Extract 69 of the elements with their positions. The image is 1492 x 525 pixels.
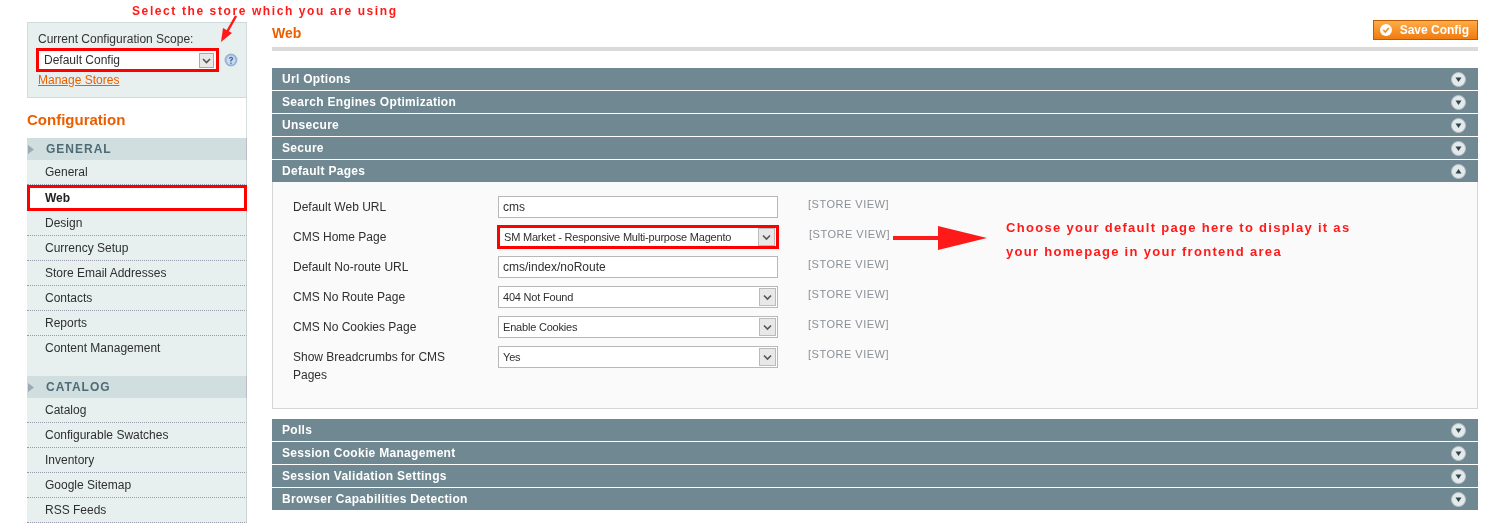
sidebar-item[interactable]: Inventory xyxy=(27,448,247,473)
section-header[interactable]: Session Cookie Management xyxy=(272,442,1478,464)
scope-tag: [STORE VIEW] xyxy=(808,258,889,270)
collapse-toggle-icon xyxy=(1451,94,1466,110)
dropdown-caret-icon xyxy=(759,288,776,306)
sidebar-item[interactable]: Currency Setup xyxy=(27,236,247,261)
dropdown-caret-icon xyxy=(759,348,776,366)
sidebar-item[interactable]: Configurable Swatches xyxy=(27,423,247,448)
sidebar-item[interactable]: Content Management xyxy=(27,336,247,376)
field-label: Default Web URL xyxy=(293,199,388,216)
check-icon xyxy=(1379,24,1392,36)
select-field[interactable]: SM Market - Responsive Multi-purpose Magento xyxy=(497,225,779,249)
sidebar-group-label: CATALOG xyxy=(46,380,111,394)
collapse-toggle-icon xyxy=(1451,117,1466,133)
select-field[interactable]: Yes xyxy=(498,346,778,368)
field-label: CMS No Cookies Page xyxy=(293,319,418,336)
text-field[interactable]: cms xyxy=(498,196,778,218)
section-header[interactable]: Session Validation Settings xyxy=(272,465,1478,487)
section-header[interactable]: Unsecure xyxy=(272,114,1478,136)
section-header[interactable]: Url Options xyxy=(272,68,1478,90)
field-label: Show Breadcrumbs for CMS Pages xyxy=(293,349,447,384)
collapse-toggle-icon xyxy=(1451,468,1466,484)
section-header[interactable]: Search Engines Optimization xyxy=(272,91,1478,113)
dropdown-caret-icon xyxy=(759,318,776,336)
dropdown-caret-icon xyxy=(758,228,775,246)
scope-tag: [STORE VIEW] xyxy=(808,198,889,210)
sidebar-title: Configuration xyxy=(27,98,247,138)
dropdown-caret-icon xyxy=(199,52,215,68)
sidebar-item[interactable]: Google Sitemap xyxy=(27,473,247,498)
scope-select[interactable]: Default Config xyxy=(36,48,220,72)
text-field[interactable]: cms/index/noRoute xyxy=(498,256,778,278)
scope-tag: [STORE VIEW] xyxy=(808,318,889,330)
field-label: Default No-route URL xyxy=(293,259,410,276)
sidebar-item[interactable]: Store Email Addresses xyxy=(27,261,247,286)
sidebar-group-header[interactable]: CATALOG xyxy=(27,376,247,398)
section-header[interactable]: Default Pages xyxy=(272,160,1478,182)
field-label: CMS No Route Page xyxy=(293,289,407,306)
sidebar-group-header[interactable]: GENERAL xyxy=(27,138,247,160)
annotation-text: Select the store which you are using xyxy=(132,4,398,18)
triangle-icon xyxy=(28,382,34,392)
sidebar-item[interactable]: Contacts xyxy=(27,286,247,311)
section-header[interactable]: Secure xyxy=(272,137,1478,159)
sidebar-item[interactable]: Catalog xyxy=(27,398,247,423)
scope-tag: [STORE VIEW] xyxy=(809,228,890,240)
collapse-toggle-icon xyxy=(1451,140,1466,156)
sidebar-item[interactable]: Reports xyxy=(27,311,247,336)
annotation-arrow xyxy=(219,14,239,44)
section-header[interactable]: Browser Capabilities Detection xyxy=(272,488,1478,510)
sidebar-item[interactable]: Web xyxy=(27,185,247,211)
select-field[interactable]: Enable Cookies xyxy=(498,316,778,338)
section-header[interactable]: Polls xyxy=(272,419,1478,441)
help-icon[interactable] xyxy=(224,53,238,67)
sidebar-item[interactable]: RSS Feeds xyxy=(27,498,247,523)
sidebar-group-label: GENERAL xyxy=(46,142,112,156)
select-field[interactable]: 404 Not Found xyxy=(498,286,778,308)
field-label: CMS Home Page xyxy=(293,229,388,246)
collapse-toggle-icon xyxy=(1451,491,1466,507)
sidebar-item[interactable]: General xyxy=(27,160,247,185)
collapse-toggle-icon xyxy=(1451,445,1466,461)
collapse-toggle-icon xyxy=(1451,422,1466,438)
scope-tag: [STORE VIEW] xyxy=(808,288,889,300)
page-title: Web xyxy=(272,25,302,41)
scope-label: Current Configuration Scope: xyxy=(38,32,195,46)
annotation-text: Choose your default page here to display it as your homepage in your frontend area xyxy=(1006,219,1351,261)
collapse-toggle-icon xyxy=(1451,71,1466,87)
scope-tag: [STORE VIEW] xyxy=(808,348,889,360)
sidebar-item[interactable]: Design xyxy=(27,211,247,236)
triangle-icon xyxy=(28,144,34,154)
collapse-toggle-icon xyxy=(1451,163,1466,179)
